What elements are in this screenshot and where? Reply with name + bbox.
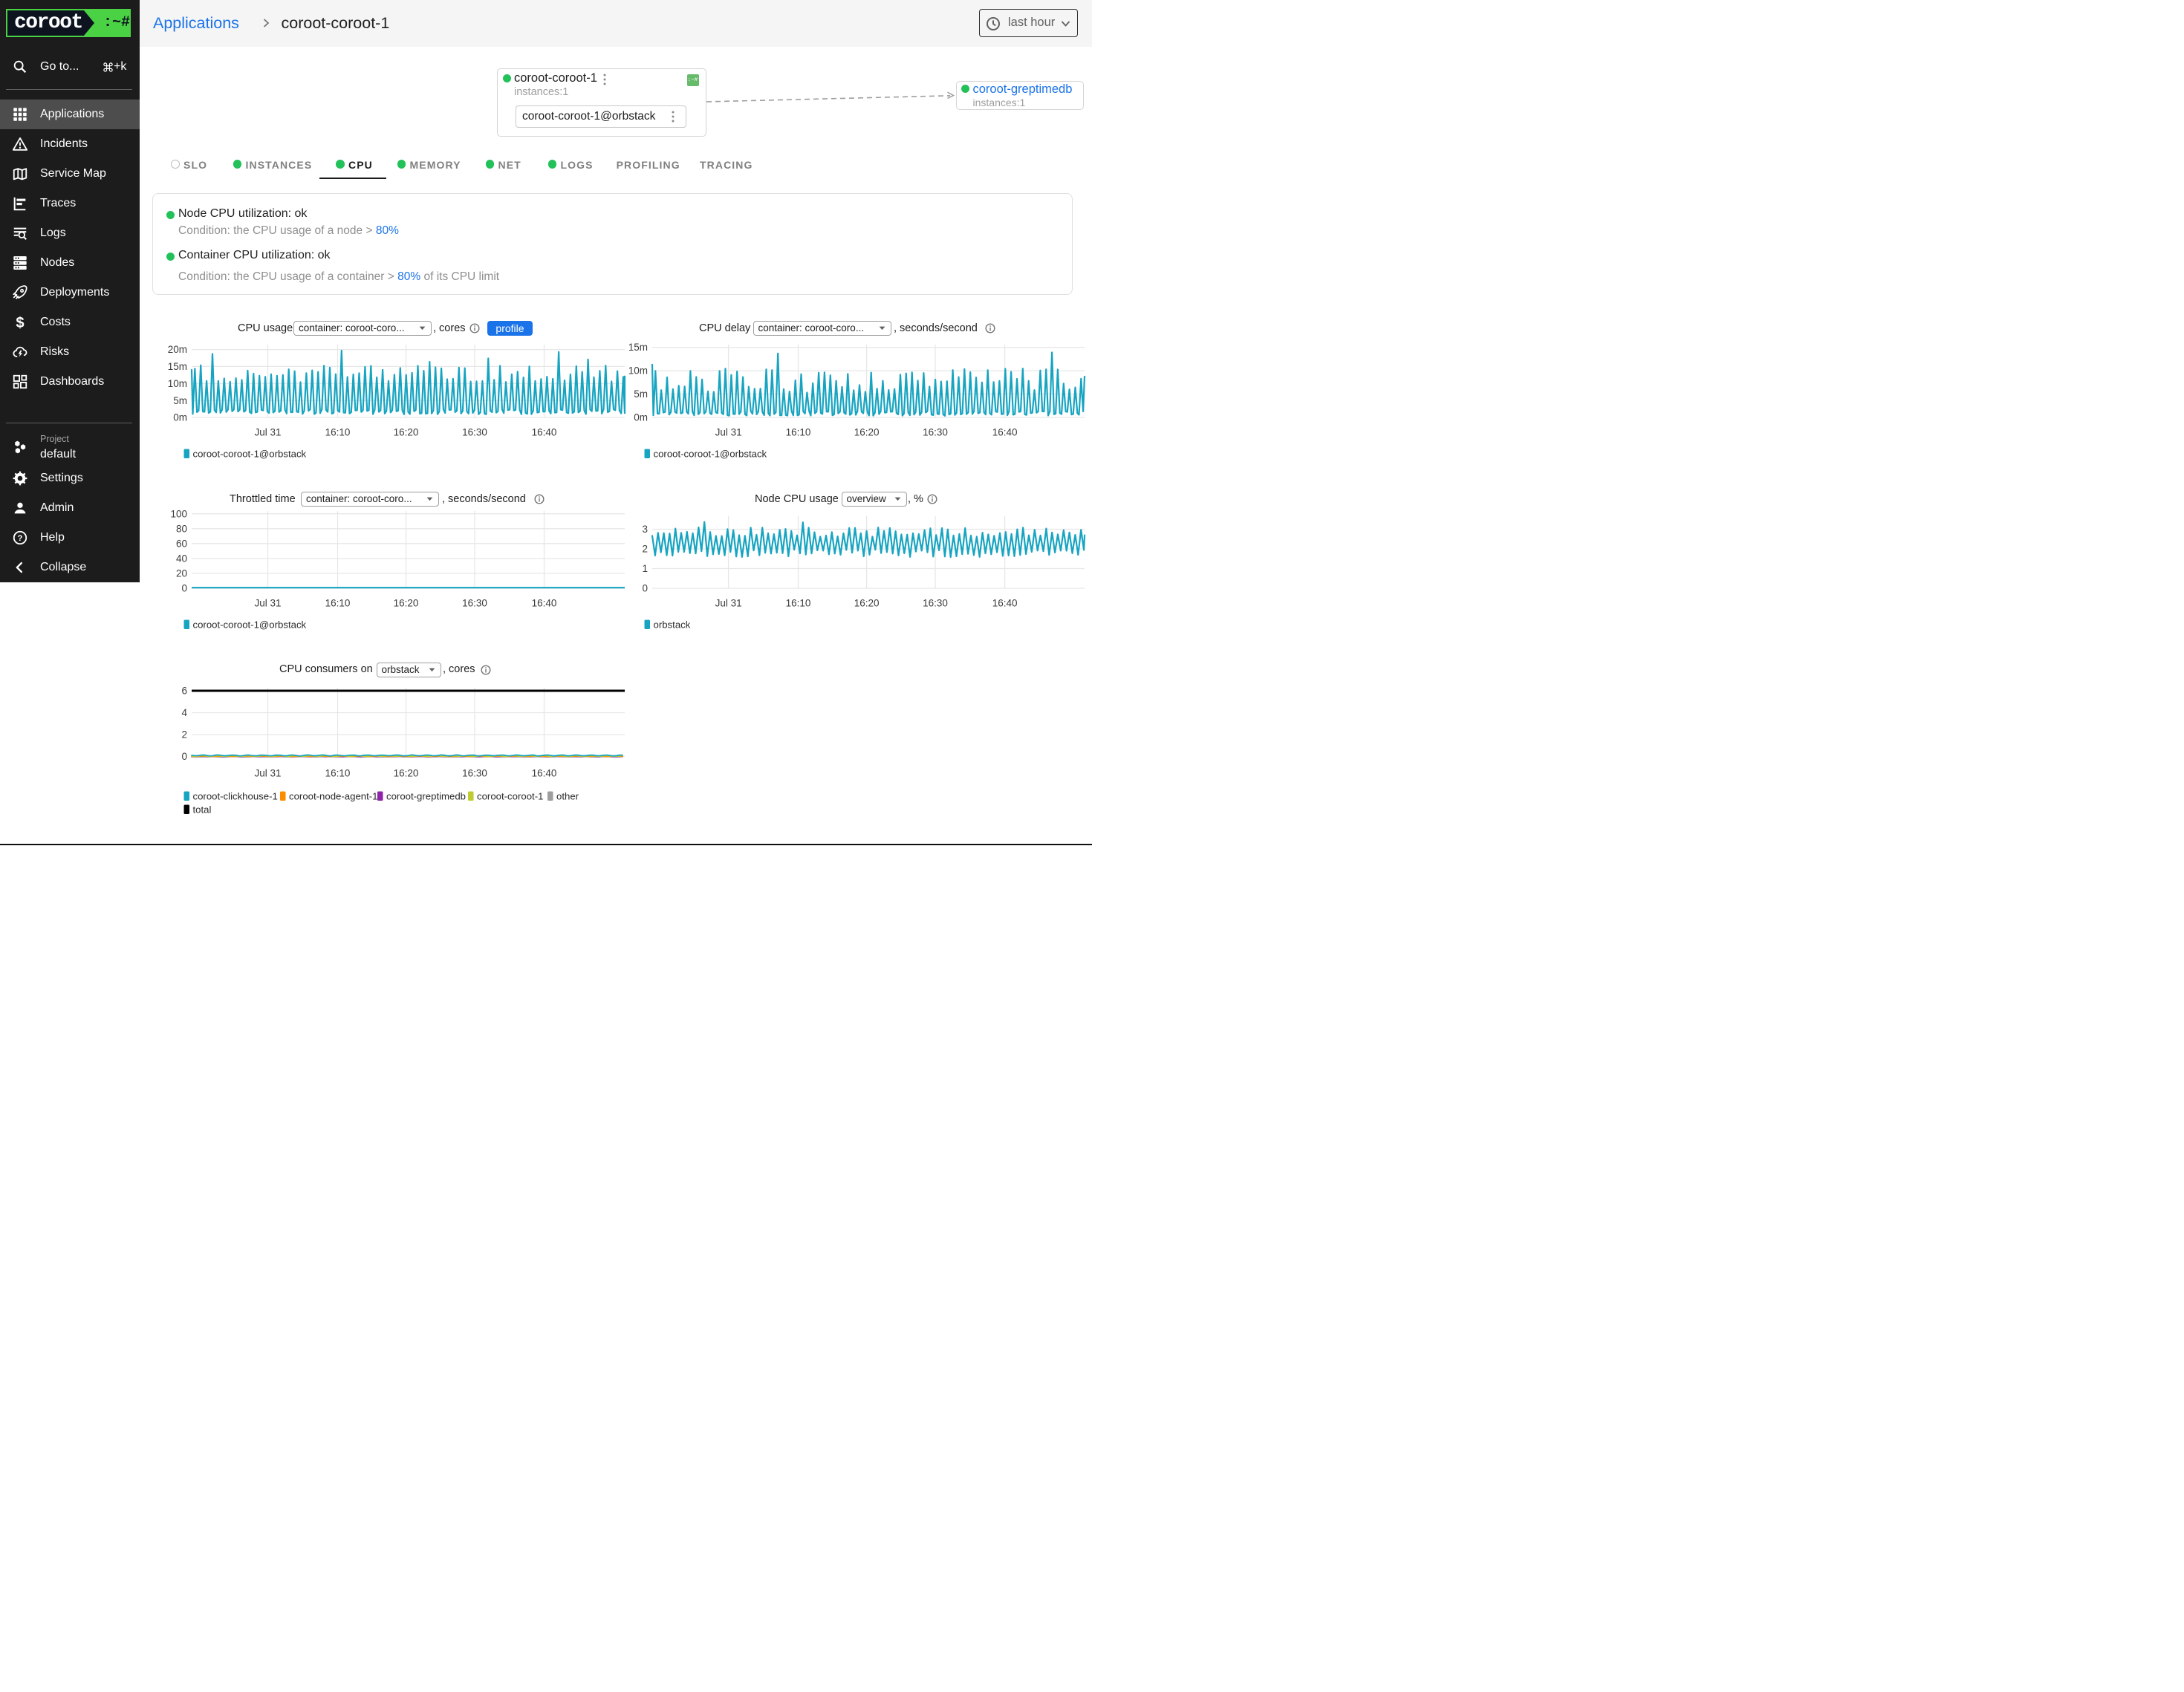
svg-text:coroot-clickhouse-1: coroot-clickhouse-1 (193, 791, 278, 802)
svg-text:coroot-coroot-1: coroot-coroot-1 (477, 791, 543, 802)
svg-text:orbstack: orbstack (654, 619, 691, 631)
svg-text:16:10: 16:10 (325, 598, 351, 609)
svg-text:0m: 0m (173, 412, 187, 423)
svg-text:16:30: 16:30 (462, 598, 487, 609)
svg-text:16:30: 16:30 (923, 598, 948, 609)
svg-text:16:40: 16:40 (532, 598, 557, 609)
svg-text:16:40: 16:40 (532, 427, 557, 438)
svg-text:2: 2 (642, 544, 648, 555)
svg-text:Jul 31: Jul 31 (254, 427, 281, 438)
svg-text:16:40: 16:40 (992, 598, 1018, 609)
svg-text:16:30: 16:30 (462, 768, 487, 779)
svg-text:80: 80 (176, 523, 187, 534)
svg-text:16:20: 16:20 (394, 768, 419, 779)
svg-text:Jul 31: Jul 31 (715, 427, 742, 438)
svg-text:2: 2 (181, 729, 187, 741)
svg-text:16:20: 16:20 (394, 598, 419, 609)
svg-text:15m: 15m (168, 361, 187, 372)
svg-text:Jul 31: Jul 31 (254, 768, 281, 779)
svg-text:4: 4 (181, 707, 187, 718)
svg-text:16:10: 16:10 (325, 768, 351, 779)
svg-text:16:20: 16:20 (394, 427, 419, 438)
svg-text:16:10: 16:10 (786, 598, 811, 609)
svg-text:10m: 10m (628, 365, 648, 377)
svg-text:16:30: 16:30 (923, 427, 948, 438)
svg-text:5m: 5m (173, 395, 187, 406)
svg-text:100: 100 (170, 508, 187, 519)
svg-text:coroot-coroot-1@orbstack: coroot-coroot-1@orbstack (193, 619, 307, 631)
svg-text:0: 0 (642, 583, 648, 594)
svg-text:15m: 15m (628, 342, 648, 353)
svg-text:?: ? (18, 534, 23, 543)
svg-text:16:40: 16:40 (992, 427, 1018, 438)
svg-text:3: 3 (642, 524, 648, 535)
svg-text:coroot-coroot-1@orbstack: coroot-coroot-1@orbstack (193, 449, 307, 460)
svg-text:20: 20 (176, 568, 187, 579)
svg-text:16:30: 16:30 (462, 427, 487, 438)
svg-text:total: total (193, 804, 212, 816)
svg-text:Jul 31: Jul 31 (715, 598, 742, 609)
svg-text:coroot-coroot-1@orbstack: coroot-coroot-1@orbstack (654, 449, 767, 460)
svg-text:6: 6 (181, 686, 187, 697)
svg-text:coroot-greptimedb: coroot-greptimedb (386, 791, 466, 802)
svg-text:5m: 5m (634, 388, 648, 400)
svg-text:0m: 0m (634, 412, 648, 423)
svg-text:16:20: 16:20 (854, 427, 880, 438)
svg-text:$: $ (16, 314, 24, 330)
svg-text:other: other (556, 791, 579, 802)
svg-text:40: 40 (176, 553, 187, 564)
svg-text:20m: 20m (168, 344, 187, 355)
svg-text:60: 60 (176, 538, 187, 549)
svg-text:1: 1 (642, 563, 648, 574)
svg-text:16:20: 16:20 (854, 598, 880, 609)
svg-text:16:40: 16:40 (532, 768, 557, 779)
svg-text:16:10: 16:10 (325, 427, 351, 438)
svg-text:0: 0 (181, 583, 187, 594)
svg-text:16:10: 16:10 (786, 427, 811, 438)
svg-text:0: 0 (181, 751, 187, 762)
svg-text:Jul 31: Jul 31 (254, 598, 281, 609)
svg-text:coroot-node-agent-1: coroot-node-agent-1 (289, 791, 378, 802)
svg-text:10m: 10m (168, 378, 187, 389)
